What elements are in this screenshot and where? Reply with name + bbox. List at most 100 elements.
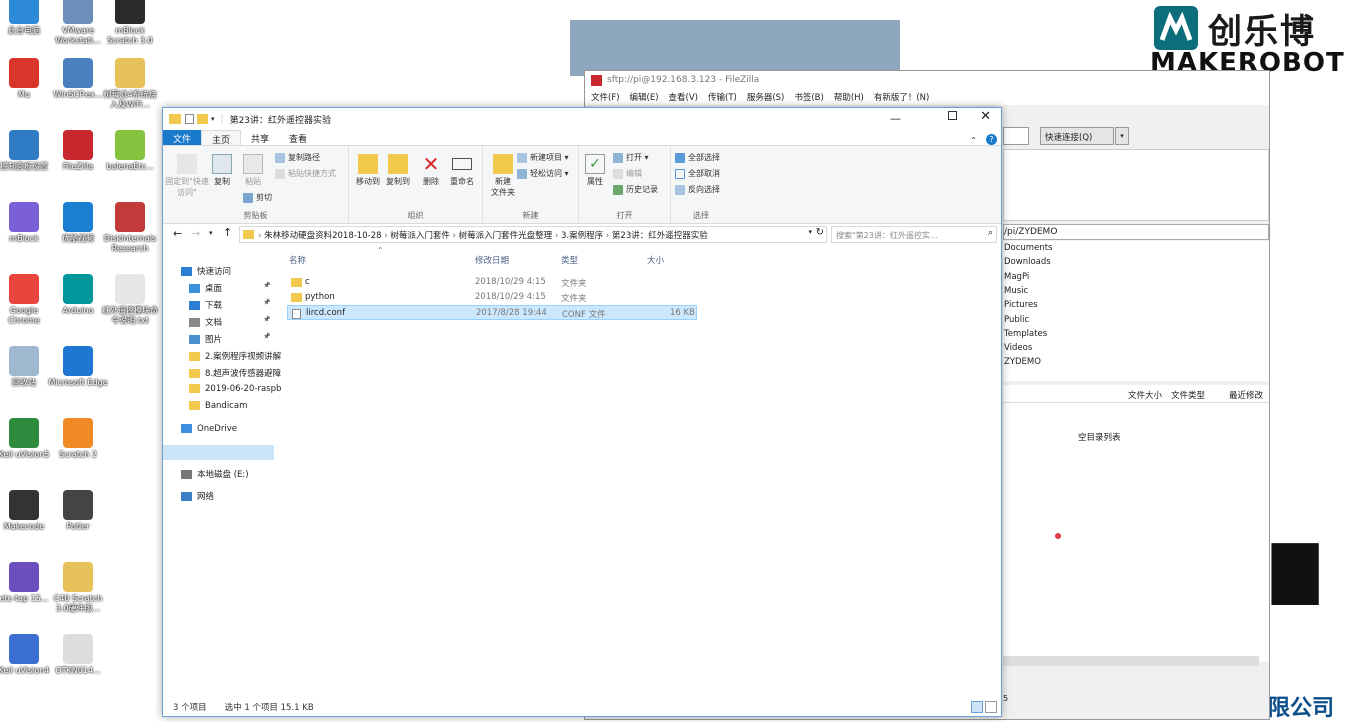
desktop-icon[interactable]: OTKN014... xyxy=(48,634,108,676)
tab-home[interactable]: 主页 xyxy=(201,130,242,146)
search-icon[interactable]: ⌕ xyxy=(988,228,993,238)
desktop-icon[interactable]: 树莓派4系统烧入及WiFi... xyxy=(100,58,160,110)
desktop-icon[interactable]: 红外遥控模块命令说明.txt xyxy=(100,274,160,326)
qat-props-icon[interactable] xyxy=(185,114,194,124)
remote-dir-item[interactable]: Public xyxy=(1004,315,1029,325)
back-icon[interactable]: ← xyxy=(173,227,182,240)
col-modified[interactable]: 最近修改 xyxy=(1229,389,1263,401)
desktop-icon[interactable]: etc-tap 15... xyxy=(0,562,54,604)
col-filetype[interactable]: 文件类型 xyxy=(1171,389,1205,401)
refresh-icon[interactable]: ↻ xyxy=(816,227,824,238)
close-icon[interactable]: ✕ xyxy=(980,109,991,124)
desktop-icon[interactable]: VMware Workstati... xyxy=(48,0,108,46)
new-item-button[interactable]: 新建项目 ▾ xyxy=(517,152,569,163)
nav-item[interactable]: 2019-06-20-raspb xyxy=(189,384,281,394)
tab-file[interactable]: 文件 xyxy=(163,130,202,145)
recent-dropdown-icon[interactable]: ▾ xyxy=(209,229,213,237)
quickconnect-button[interactable]: 快速连接(Q) xyxy=(1040,127,1114,145)
nav-item[interactable]: Bandicam xyxy=(189,401,247,411)
breadcrumb-item[interactable]: 3.案例程序 xyxy=(561,231,603,241)
nav-item[interactable]: OneDrive xyxy=(181,424,237,434)
cut-button[interactable]: 剪切 xyxy=(243,192,272,203)
menu-item[interactable]: 帮助(H) xyxy=(834,91,864,103)
nav-item[interactable]: 快速访问 xyxy=(181,265,231,277)
breadcrumb-separator-icon[interactable]: › xyxy=(603,231,612,241)
breadcrumb-item[interactable]: 朱林移动硬盘资料2018-10-28 xyxy=(264,231,381,241)
desktop-icon[interactable]: WinSCP.ex... xyxy=(48,58,108,100)
desktop-icon[interactable]: FileZilla xyxy=(48,130,108,172)
nav-item[interactable]: 本地磁盘 (E:) xyxy=(181,468,249,480)
quickconnect-dropdown-icon[interactable]: ▾ xyxy=(1115,127,1129,145)
col-name[interactable]: 名称 xyxy=(289,254,306,266)
nav-item[interactable]: 桌面 xyxy=(189,282,222,294)
remote-dir-item[interactable]: Templates xyxy=(1004,329,1047,339)
desktop-icon[interactable]: Scratch 2 xyxy=(48,418,108,460)
paste-button[interactable]: 粘贴 xyxy=(241,154,265,187)
desktop-icon[interactable]: 此台电脑 xyxy=(0,0,54,36)
qat-folder-icon[interactable] xyxy=(197,114,208,124)
breadcrumb-item[interactable]: 树莓派入门套件光盘整理 xyxy=(459,231,553,241)
pin-quick-access-button[interactable]: 固定到"快速访问" xyxy=(165,154,209,198)
copy-button[interactable]: 复制 xyxy=(211,154,233,187)
desktop-icon[interactable]: C40 Scratch 3.0硬件版... xyxy=(48,562,108,614)
remote-dir-item[interactable]: MagPi xyxy=(1004,272,1029,282)
ribbon-collapse-icon[interactable]: ⌃ xyxy=(970,136,977,145)
copy-to-button[interactable]: 复制到 xyxy=(383,154,413,187)
file-row[interactable]: lircd.conf 2017/8/28 19:44 CONF 文件 16 KB xyxy=(287,305,697,320)
menu-item[interactable]: 编辑(E) xyxy=(630,91,659,103)
remote-dir-item[interactable]: Pictures xyxy=(1004,300,1038,310)
desktop-icon[interactable]: mBlock Scratch 3.0 xyxy=(100,0,160,46)
address-dropdown-icon[interactable]: ▾ xyxy=(808,228,812,236)
pin-icon[interactable]: 📌 xyxy=(263,316,270,323)
menu-item[interactable]: 文件(F) xyxy=(591,91,620,103)
menu-item[interactable]: 有新版了！(N) xyxy=(874,91,930,103)
nav-item[interactable]: 2.案例程序视频讲解 xyxy=(189,350,281,362)
desktop-icon[interactable]: DiskInternals Research xyxy=(100,202,160,254)
new-folder-button[interactable]: 新建 文件夹 xyxy=(487,154,519,198)
remote-site-path[interactable]: /pi/ZYDEMO xyxy=(1003,224,1269,240)
breadcrumb-item[interactable]: 第23讲：红外遥控器实验 xyxy=(612,231,708,241)
breadcrumb-item[interactable]: 树莓派入门套件 xyxy=(390,231,450,241)
details-view-icon[interactable] xyxy=(971,701,983,713)
nav-item[interactable]: 下载 xyxy=(189,299,222,311)
desktop-icon[interactable]: Potler xyxy=(48,490,108,532)
nav-item[interactable]: 网络 xyxy=(181,490,214,502)
desktop-icon[interactable]: Makecode xyxy=(0,490,54,532)
tab-share[interactable]: 共享 xyxy=(241,130,279,145)
pin-icon[interactable]: 📌 xyxy=(263,282,270,289)
easy-access-button[interactable]: 轻松访问 ▾ xyxy=(517,168,569,179)
desktop-icon[interactable]: Google Chrome xyxy=(0,274,54,326)
desktop-icon[interactable]: 优酷视频 xyxy=(48,202,108,244)
remote-dir-item[interactable]: Downloads xyxy=(1004,257,1051,267)
history-button[interactable]: 历史记录 xyxy=(613,184,658,195)
port-field[interactable] xyxy=(1003,127,1029,145)
col-filesize[interactable]: 文件大小 xyxy=(1128,389,1162,401)
minimize-icon[interactable]: — xyxy=(890,112,901,125)
desktop-icon[interactable]: Keil uVision4 xyxy=(0,634,54,676)
copy-path-button[interactable]: 复制路径 xyxy=(275,152,320,163)
desktop-icon[interactable]: Arduino xyxy=(48,274,108,316)
nav-item[interactable]: 文档 xyxy=(189,316,222,328)
desktop-icon[interactable]: balenaEtc... xyxy=(100,130,160,172)
nav-item[interactable]: 图片 xyxy=(189,333,222,345)
desktop-icon[interactable]: 回收站 xyxy=(0,346,54,388)
remote-dir-item[interactable]: ZYDEMO xyxy=(1004,357,1041,367)
address-bar[interactable]: › 朱林移动硬盘资料2018-10-28 › 树莓派入门套件 › 树莓派入门套件… xyxy=(239,226,827,243)
breadcrumb-separator-icon[interactable]: › xyxy=(382,231,391,241)
desktop-icon[interactable]: Keil uVision5 xyxy=(0,418,54,460)
col-type[interactable]: 类型 xyxy=(561,254,578,266)
move-to-button[interactable]: 移动到 xyxy=(353,154,383,187)
remote-dir-item[interactable]: Documents xyxy=(1004,243,1052,253)
menu-item[interactable]: 传输(T) xyxy=(708,91,737,103)
rename-button[interactable]: 重命名 xyxy=(447,154,477,187)
tab-view[interactable]: 查看 xyxy=(279,130,317,145)
pin-icon[interactable]: 📌 xyxy=(263,333,270,340)
menu-item[interactable]: 书签(B) xyxy=(794,91,823,103)
menu-item[interactable]: 查看(V) xyxy=(669,91,698,103)
col-size[interactable]: 大小 xyxy=(647,254,664,266)
file-row[interactable]: python 2018/10/29 4:15 文件夹 xyxy=(287,290,697,305)
desktop-icon[interactable]: Microsoft Edge xyxy=(48,346,108,388)
delete-button[interactable]: ✕ 删除 xyxy=(419,154,443,187)
remote-dir-item[interactable]: Music xyxy=(1004,286,1028,296)
large-icons-view-icon[interactable] xyxy=(985,701,997,713)
